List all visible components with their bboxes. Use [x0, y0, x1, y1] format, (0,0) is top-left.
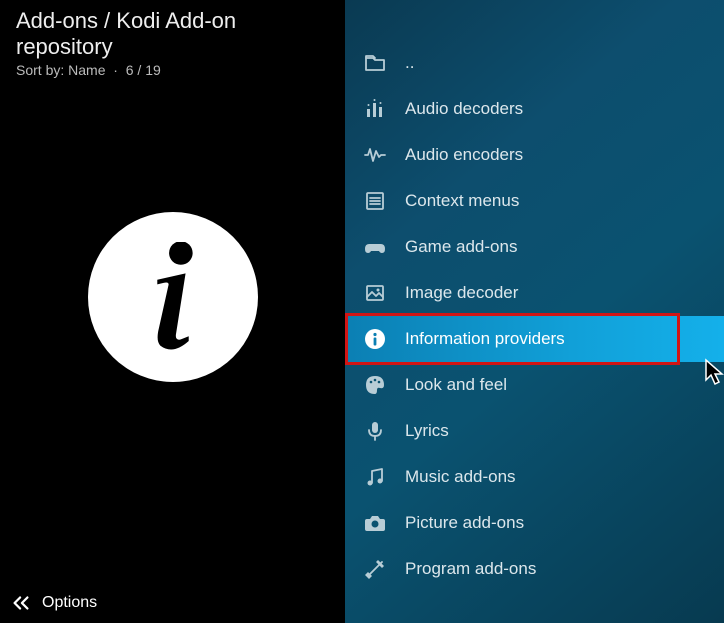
list-item-label: Information providers [405, 329, 565, 349]
gamepad-icon [363, 235, 387, 259]
list-item[interactable]: Context menus [345, 178, 724, 224]
list-item[interactable]: Program add-ons [345, 546, 724, 592]
waveform-icon [363, 143, 387, 167]
list-item-label: Look and feel [405, 375, 507, 395]
info-icon [363, 327, 387, 351]
arrow-left-icon [10, 592, 32, 614]
list-item-label: Lyrics [405, 421, 449, 441]
list-item[interactable]: Information providers [345, 316, 724, 362]
list-item[interactable]: Music add-ons [345, 454, 724, 500]
list-item-label: Context menus [405, 191, 519, 211]
list-item-label: .. [405, 53, 414, 73]
right-pane: .. Audio decoders Audio encoders Context me… [345, 0, 724, 623]
options-label: Options [42, 594, 97, 612]
list-item[interactable]: Audio decoders [345, 86, 724, 132]
list-item[interactable]: .. [345, 40, 724, 86]
tools-icon [363, 557, 387, 581]
image-frame-icon [363, 281, 387, 305]
list-item[interactable]: Image decoder [345, 270, 724, 316]
list-item-label: Game add-ons [405, 237, 517, 257]
preview-area [0, 0, 345, 623]
palette-icon [363, 373, 387, 397]
info-circle-graphic [88, 212, 258, 382]
microphone-icon [363, 419, 387, 443]
music-note-icon [363, 465, 387, 489]
list-item[interactable]: Look and feel [345, 362, 724, 408]
app-container: Add-ons / Kodi Add-on repository Sort by… [0, 0, 724, 623]
list-item-label: Program add-ons [405, 559, 536, 579]
category-list: .. Audio decoders Audio encoders Context me… [345, 40, 724, 592]
list-item-label: Image decoder [405, 283, 518, 303]
list-item-label: Music add-ons [405, 467, 516, 487]
list-item[interactable]: Game add-ons [345, 224, 724, 270]
info-icon-large [138, 242, 208, 352]
menu-list-icon [363, 189, 387, 213]
camera-icon [363, 511, 387, 535]
equalizer-icon [363, 97, 387, 121]
list-item-label: Audio decoders [405, 99, 523, 119]
list-item[interactable]: Lyrics [345, 408, 724, 454]
list-item-label: Picture add-ons [405, 513, 524, 533]
list-item-label: Audio encoders [405, 145, 523, 165]
list-item[interactable]: Audio encoders [345, 132, 724, 178]
left-pane: Add-ons / Kodi Add-on repository Sort by… [0, 0, 345, 623]
folder-up-icon [363, 51, 387, 75]
footer-bar[interactable]: Options [0, 583, 345, 623]
list-item[interactable]: Picture add-ons [345, 500, 724, 546]
